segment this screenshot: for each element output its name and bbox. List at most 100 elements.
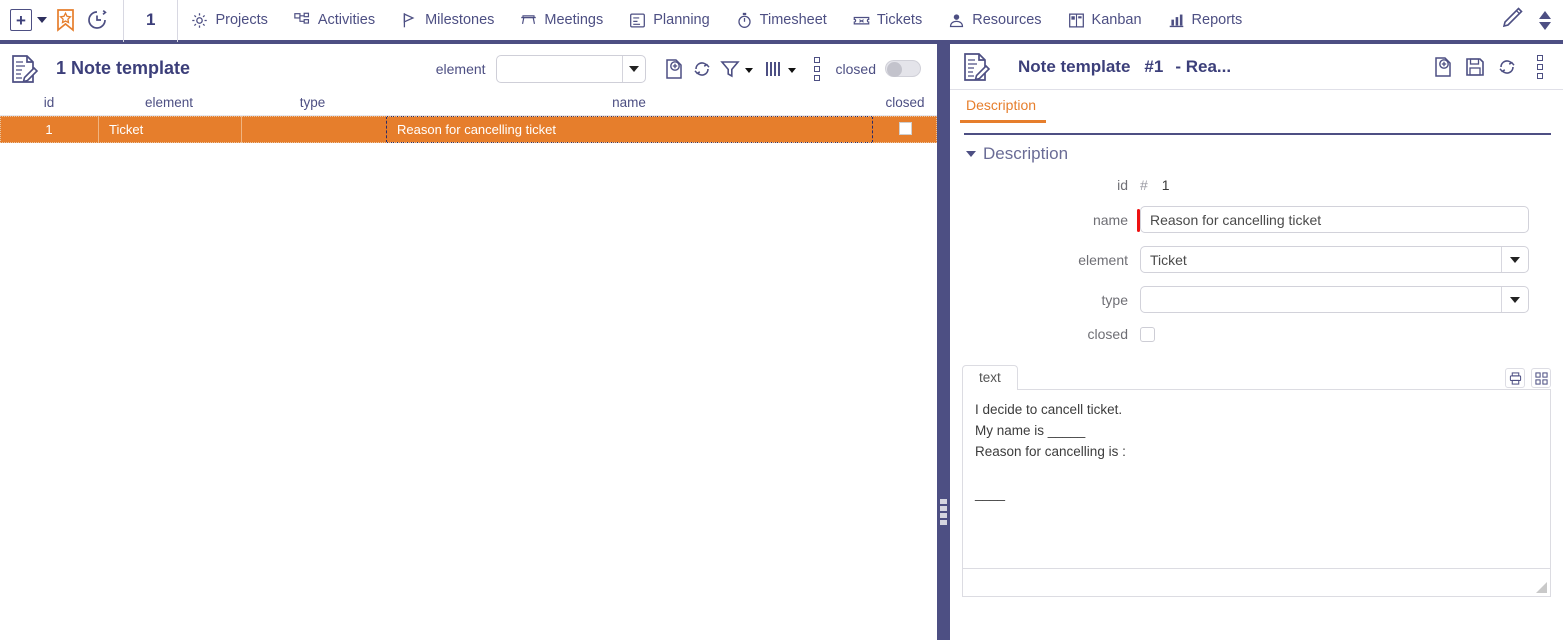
chevron-down-icon[interactable]	[623, 66, 645, 72]
arrow-up-icon[interactable]	[1539, 11, 1551, 19]
add-dropdown-caret-icon[interactable]	[37, 17, 47, 23]
element-filter-select[interactable]	[496, 55, 646, 83]
nav-item-reports[interactable]: Reports	[1155, 0, 1256, 42]
more-options-button[interactable]	[802, 57, 832, 81]
cell-name[interactable]: Reason for cancelling ticket	[387, 116, 873, 143]
record-navigation-arrows[interactable]	[1539, 11, 1551, 30]
nav-item-kanban[interactable]: Kanban	[1055, 0, 1155, 42]
nav-label: Resources	[972, 12, 1041, 28]
top-navigation-bar: + 1 Projects	[0, 0, 1563, 44]
nav-item-meetings[interactable]: Meetings	[507, 0, 616, 42]
detail-panel: Note template#1- Rea...	[950, 44, 1563, 640]
arrow-down-icon[interactable]	[1539, 22, 1551, 30]
text-editor-content[interactable]: I decide to cancell ticket. My name is _…	[962, 389, 1551, 569]
nav-label: Activities	[318, 12, 375, 28]
more-options-button[interactable]	[1525, 55, 1555, 79]
nav-label: Milestones	[425, 12, 494, 28]
closed-checkbox[interactable]	[899, 122, 912, 135]
filter-dropdown-caret-icon[interactable]	[745, 68, 753, 73]
kebab-dot	[1537, 64, 1543, 70]
column-header-type[interactable]: type	[240, 95, 385, 110]
form-row-closed: closed	[950, 326, 1563, 342]
form-row-type: type	[950, 286, 1563, 313]
bookmark-star-icon[interactable]	[55, 9, 76, 32]
column-header-element[interactable]: element	[98, 95, 240, 110]
name-label: name	[950, 212, 1140, 228]
refresh-button[interactable]	[689, 56, 715, 82]
type-label: type	[950, 292, 1140, 308]
nav-label: Meetings	[544, 12, 603, 28]
chevron-down-icon[interactable]	[1502, 257, 1528, 263]
new-record-button[interactable]	[1430, 54, 1456, 80]
editor-tools	[1505, 368, 1551, 390]
add-button[interactable]: +	[10, 9, 32, 31]
record-counter: 1	[124, 10, 177, 30]
element-select-value: Ticket	[1141, 252, 1501, 268]
history-clock-icon[interactable]	[85, 8, 109, 32]
nav-item-projects[interactable]: Projects	[178, 0, 280, 42]
nav-item-activities[interactable]: Activities	[281, 0, 388, 42]
note-template-icon	[8, 53, 40, 85]
form-row-name: name Reason for cancelling ticket	[950, 206, 1563, 233]
columns-dropdown-caret-icon[interactable]	[788, 68, 796, 73]
cell-name-selected: Reason for cancelling ticket	[386, 116, 873, 143]
form-row-element: element Ticket	[950, 246, 1563, 273]
column-header-closed[interactable]: closed	[873, 95, 937, 110]
kebab-dot	[814, 57, 820, 63]
editor-tab-bar: text	[962, 364, 1551, 390]
planning-icon	[629, 12, 646, 29]
person-icon	[948, 12, 965, 29]
list-toolbar: element	[436, 55, 931, 83]
description-section-header[interactable]: Description	[950, 135, 1563, 164]
refresh-button[interactable]	[1494, 54, 1520, 80]
chevron-down-icon[interactable]	[966, 151, 976, 157]
quick-actions-group: +	[0, 0, 123, 42]
cell-id: 1	[0, 122, 98, 137]
kebab-dot	[814, 66, 820, 72]
ticket-icon	[853, 12, 870, 29]
columns-button[interactable]	[760, 56, 786, 82]
detail-toolbar	[1429, 54, 1555, 80]
gear-icon	[191, 12, 208, 29]
toggle-knob	[887, 62, 902, 77]
nav-item-planning[interactable]: Planning	[616, 0, 722, 42]
nav-item-tickets[interactable]: Tickets	[840, 0, 935, 42]
list-panel: 1 Note template element	[0, 48, 937, 640]
tab-text[interactable]: text	[962, 365, 1018, 390]
save-button[interactable]	[1462, 54, 1488, 80]
cell-closed[interactable]	[873, 122, 937, 138]
grip-line	[940, 513, 947, 518]
kebab-dot	[1537, 55, 1543, 61]
stopwatch-icon	[736, 12, 753, 29]
type-select[interactable]	[1140, 286, 1529, 313]
table-row[interactable]: 1 Ticket Reason for cancelling ticket	[0, 116, 937, 143]
edit-pencil-icon[interactable]	[1499, 5, 1525, 36]
detail-panel-header: Note template#1- Rea...	[950, 44, 1563, 90]
nav-item-timesheet[interactable]: Timesheet	[723, 0, 840, 42]
tab-description[interactable]: Description	[960, 97, 1046, 123]
column-header-id[interactable]: id	[0, 95, 98, 110]
print-icon[interactable]	[1505, 368, 1525, 388]
name-field[interactable]: Reason for cancelling ticket	[1140, 206, 1529, 233]
filter-button[interactable]	[717, 56, 743, 82]
detail-title-suffix: - Rea...	[1175, 57, 1231, 76]
nav-item-milestones[interactable]: Milestones	[388, 0, 507, 42]
nav-item-resources[interactable]: Resources	[935, 0, 1054, 42]
grip-line	[940, 506, 947, 511]
fullscreen-icon[interactable]	[1531, 368, 1551, 388]
nav-label: Timesheet	[760, 12, 827, 28]
nav-label: Reports	[1192, 12, 1243, 28]
kebab-dot	[1537, 73, 1543, 79]
flag-icon	[401, 12, 418, 29]
element-select[interactable]: Ticket	[1140, 246, 1529, 273]
splitter-grip[interactable]	[940, 499, 947, 525]
column-header-name[interactable]: name	[385, 95, 873, 110]
records-grid: id element type name closed 1 Ticket Rea…	[0, 90, 937, 640]
new-record-button[interactable]	[661, 56, 687, 82]
closed-toggle-switch[interactable]	[885, 60, 921, 77]
detail-tabs: Description	[950, 90, 1563, 123]
closed-checkbox[interactable]	[1140, 327, 1155, 342]
resize-handle[interactable]	[1536, 582, 1547, 593]
chevron-down-icon[interactable]	[1502, 297, 1528, 303]
panel-splitter[interactable]	[937, 44, 950, 640]
